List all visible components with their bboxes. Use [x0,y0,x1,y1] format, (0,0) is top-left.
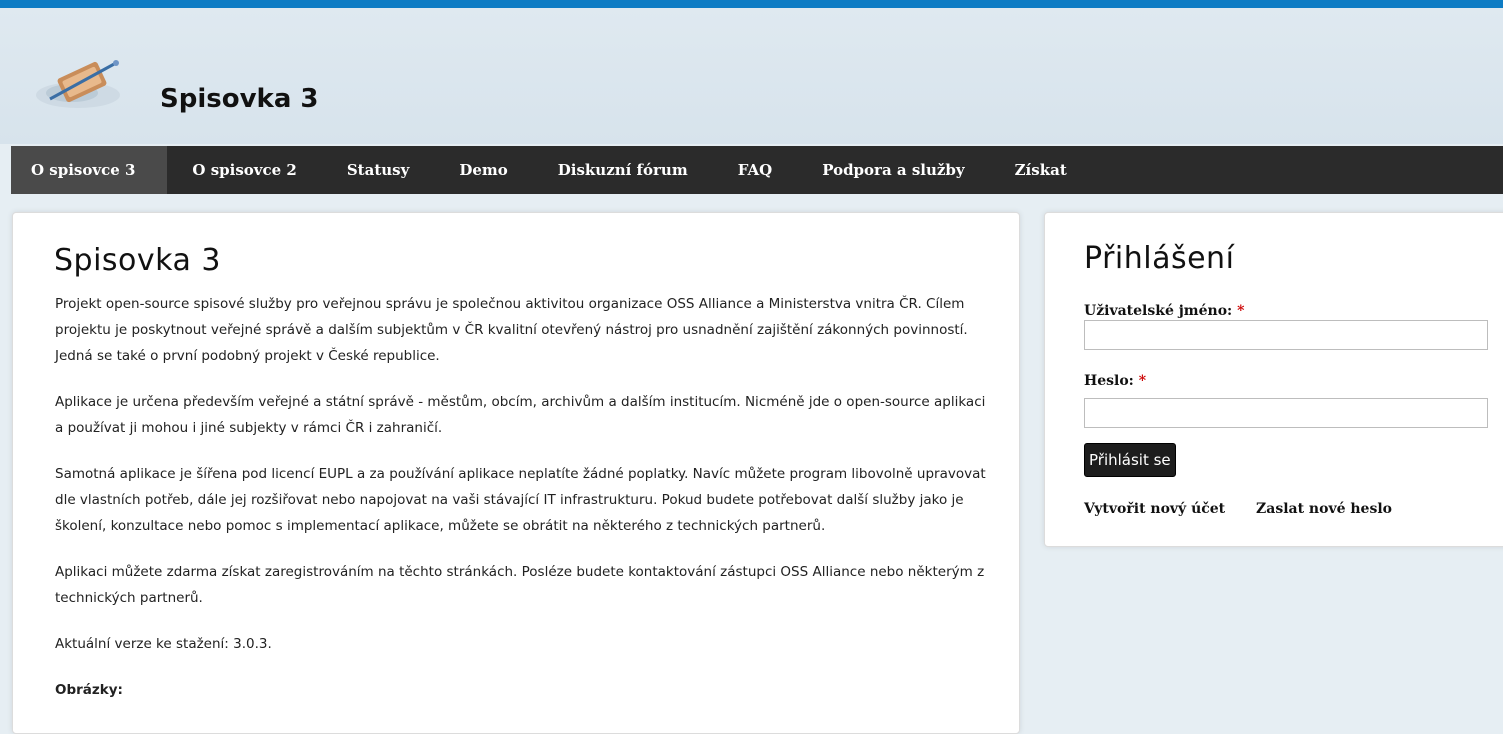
login-block: Přihlášení Uživatelské jméno: * Heslo: *… [1044,212,1503,547]
nav-item-podpora[interactable]: Podpora a služby [797,146,989,194]
nav-item-o-spisovce-2[interactable]: O spisovce 2 [167,146,321,194]
login-button[interactable]: Přihlásit se [1084,443,1176,477]
login-title: Přihlášení [1084,241,1235,276]
nav-item-statusy[interactable]: Statusy [322,146,434,194]
site-header: Spisovka 3 [0,8,1503,144]
password-input[interactable] [1084,398,1488,428]
page-title: Spisovka 3 [54,243,222,278]
images-heading: Obrázky: [55,682,123,698]
password-label-text: Heslo: [1084,373,1134,389]
site-logo[interactable] [30,53,130,113]
main-content-block: Spisovka 3 Projekt open-source spisové s… [12,212,1020,734]
nav-item-diskuzni-forum[interactable]: Diskuzní fórum [533,146,713,194]
nav-item-ziskat[interactable]: Získat [990,146,1092,194]
nav-item-o-spisovce-3[interactable]: O spisovce 3 [11,146,168,194]
article-body: Projekt open-source spisové služby pro v… [55,291,995,723]
paragraph: Aktuální verze ke stažení: 3.0.3. [55,636,272,652]
paragraph: Aplikace je určena především veřejné a s… [55,394,986,436]
paragraph: Aplikaci můžete zdarma získat zaregistro… [55,564,985,606]
password-label: Heslo: * [1084,373,1146,389]
username-label: Uživatelské jméno: * [1084,303,1244,319]
login-links: Vytvořit nový účet Zaslat nové heslo [1084,501,1418,517]
nav-item-faq[interactable]: FAQ [713,146,797,194]
required-mark: * [1237,303,1245,319]
create-account-link[interactable]: Vytvořit nový účet [1084,501,1225,517]
top-accent-bar [0,0,1503,8]
new-password-link[interactable]: Zaslat nové heslo [1256,501,1392,517]
main-nav: O spisovce 3 O spisovce 2 Statusy Demo D… [11,146,1503,194]
nav-item-demo[interactable]: Demo [434,146,532,194]
username-input[interactable] [1084,320,1488,350]
paragraph: Projekt open-source spisové služby pro v… [55,296,968,364]
username-label-text: Uživatelské jméno: [1084,303,1233,319]
required-mark: * [1138,373,1147,389]
paragraph: Samotná aplikace je šířena pod licencí E… [55,466,986,534]
logo-icon [36,60,120,108]
site-name[interactable]: Spisovka 3 [160,84,319,114]
